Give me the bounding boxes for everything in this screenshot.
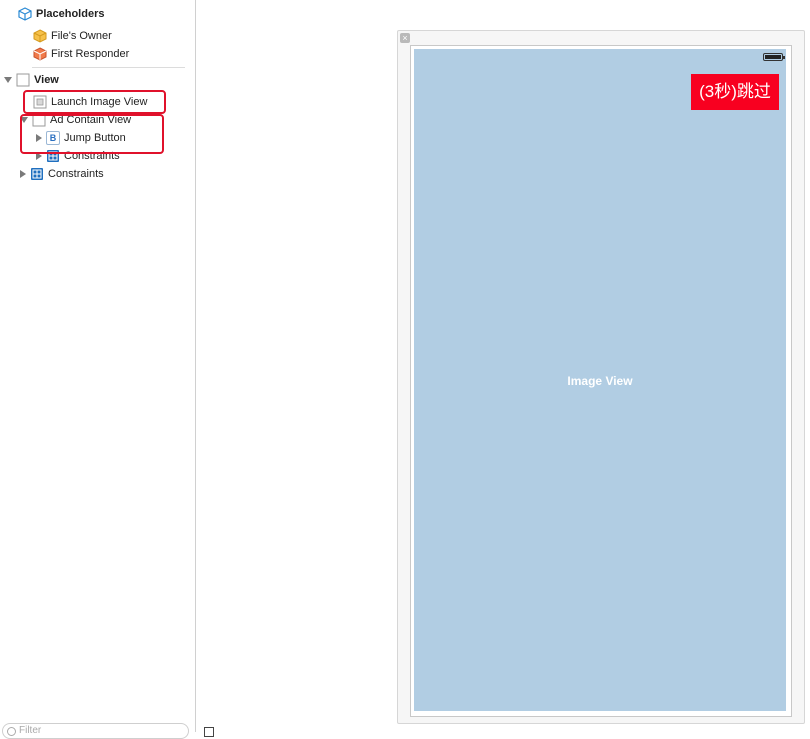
outline-row-launch-image-view[interactable]: Launch Image View: [33, 93, 147, 111]
red-cube-icon: [33, 47, 47, 61]
filter-field[interactable]: Filter: [2, 723, 189, 739]
disclosure-triangle-closed-icon[interactable]: [36, 134, 42, 142]
document-outline: Placeholders File's Owner First Responde…: [0, 0, 196, 739]
disclosure-triangle-closed-icon[interactable]: [20, 170, 26, 178]
outline-row-constraints-inner[interactable]: Constraints: [36, 147, 120, 165]
cube-icon: [18, 7, 32, 21]
scene-frame[interactable]: × Image View (3秒)跳过: [397, 30, 805, 724]
device-view[interactable]: Image View (3秒)跳过: [410, 45, 792, 717]
outline-toggle-icon[interactable]: [204, 727, 214, 737]
constraints-label: Constraints: [64, 150, 120, 162]
disclosure-triangle-open-icon[interactable]: [4, 77, 12, 83]
first-responder-label: First Responder: [51, 48, 130, 60]
yellow-cube-icon: [33, 29, 47, 43]
placeholders-label: Placeholders: [36, 8, 105, 20]
files-owner-label: File's Owner: [51, 30, 112, 42]
filter-placeholder: Filter: [19, 725, 42, 736]
image-view-label: Image View: [567, 374, 633, 388]
outline-row-first-responder[interactable]: First Responder: [33, 45, 129, 63]
skip-button[interactable]: (3秒)跳过: [691, 74, 779, 110]
constraints-label: Constraints: [48, 168, 104, 180]
disclosure-triangle-closed-icon[interactable]: [36, 152, 42, 160]
outline-row-jump-button[interactable]: B Jump Button: [36, 129, 126, 147]
view-icon: [16, 73, 30, 87]
outline-separator: [32, 67, 185, 68]
outline-row-placeholders[interactable]: Placeholders: [18, 5, 104, 23]
launch-image-view-label: Launch Image View: [51, 96, 148, 108]
disclosure-triangle-open-icon[interactable]: [20, 117, 28, 123]
outline-row-files-owner[interactable]: File's Owner: [33, 27, 112, 45]
constraints-icon: [47, 150, 59, 162]
ad-contain-view-label: Ad Contain View: [50, 114, 132, 126]
battery-icon: [763, 53, 785, 61]
view-icon: [32, 113, 46, 127]
button-icon: B: [46, 131, 60, 145]
view-label: View: [34, 74, 59, 86]
outline-row-ad-contain-view[interactable]: Ad Contain View: [20, 111, 131, 129]
outline-row-constraints-outer[interactable]: Constraints: [20, 165, 104, 183]
jump-button-label: Jump Button: [64, 132, 126, 144]
outline-row-view[interactable]: View: [4, 71, 59, 89]
image-view-icon: [33, 95, 47, 109]
image-view[interactable]: Image View (3秒)跳过: [414, 49, 786, 711]
close-icon[interactable]: ×: [400, 33, 410, 43]
interface-builder-canvas[interactable]: × Image View (3秒)跳过: [196, 0, 810, 737]
constraints-icon: [31, 168, 43, 180]
